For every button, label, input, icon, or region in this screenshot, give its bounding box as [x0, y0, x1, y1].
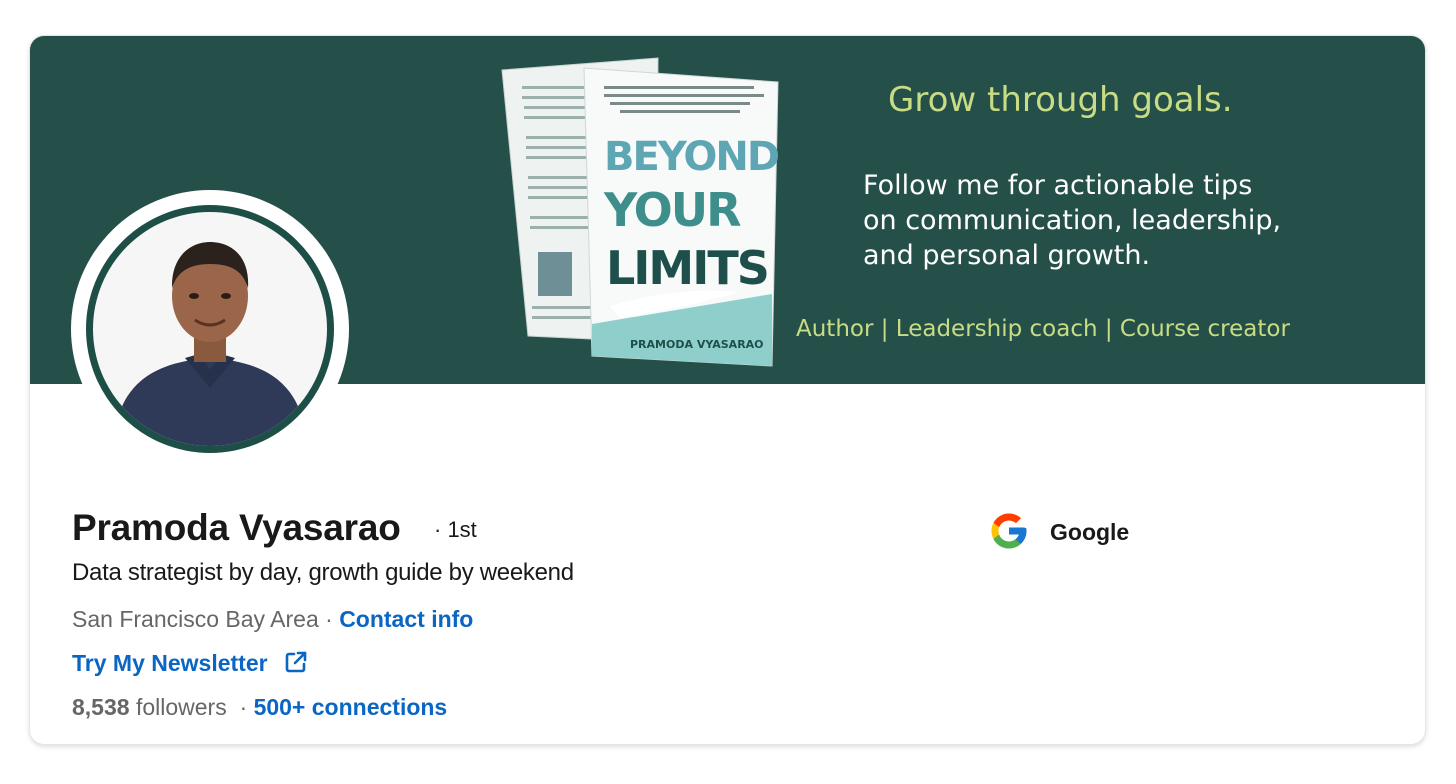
banner-tagline: Follow me for actionable tips on communi…	[863, 168, 1281, 273]
separator: ·	[239, 694, 248, 720]
external-link-icon[interactable]	[284, 650, 308, 674]
profile-card: BEYOND YOUR LIMITS PRAMODA VYASARAO Grow…	[30, 36, 1425, 744]
network-stats-row: 8,538 followers · 500+ connections	[72, 694, 447, 721]
banner-tagline-line: Follow me for actionable tips	[863, 170, 1253, 201]
connections-link[interactable]: 500+ connections	[254, 694, 448, 720]
profile-name: Pramoda Vyasarao	[72, 507, 401, 548]
avatar	[93, 212, 327, 446]
book-cover-image: BEYOND YOUR LIMITS PRAMODA VYASARAO	[501, 57, 781, 367]
banner-tagline-line: on communication, leadership,	[863, 205, 1282, 236]
svg-text:PRAMODA VYASARAO: PRAMODA VYASARAO	[630, 338, 764, 351]
company-name: Google	[1050, 519, 1130, 545]
separator: ·	[325, 606, 333, 632]
svg-text:BEYOND: BEYOND	[604, 134, 779, 180]
newsletter-row: Try My Newsletter	[72, 650, 308, 677]
profile-headline: Data strategist by day, growth guide by …	[72, 559, 574, 586]
profile-location: San Francisco Bay Area	[72, 606, 319, 632]
location-row: San Francisco Bay Area · Contact info	[72, 606, 473, 633]
svg-text:LIMITS: LIMITS	[606, 241, 768, 295]
google-logo-icon	[991, 513, 1027, 549]
connection-degree: · 1st	[434, 517, 477, 542]
svg-text:YOUR: YOUR	[603, 183, 741, 237]
banner-heading: Grow through goals.	[888, 80, 1233, 120]
banner-tagline-line: and personal growth.	[863, 240, 1151, 271]
profile-photo-frame[interactable]	[71, 190, 349, 468]
followers-count: 8,538	[72, 694, 130, 720]
banner-roles: Author | Leadership coach | Course creat…	[796, 316, 1290, 342]
profile-photo[interactable]	[86, 205, 334, 453]
followers-label: followers	[135, 694, 227, 720]
contact-info-link[interactable]: Contact info	[339, 606, 473, 632]
newsletter-link[interactable]: Try My Newsletter	[72, 650, 268, 676]
